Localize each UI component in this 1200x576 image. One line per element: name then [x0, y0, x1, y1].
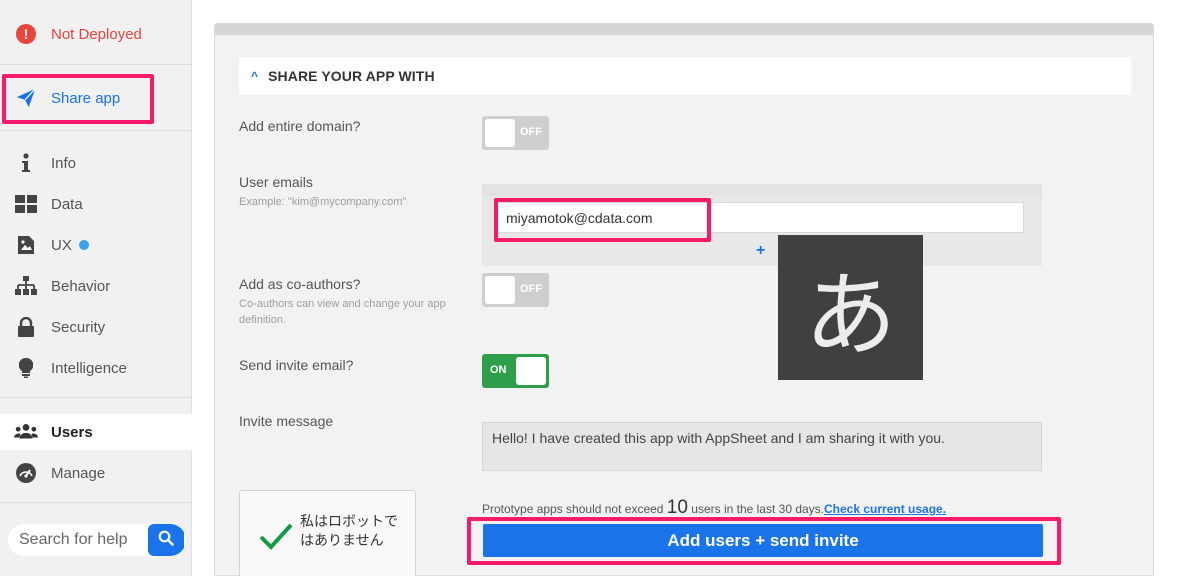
- invite-toggle[interactable]: ON: [482, 354, 549, 388]
- chevron-up-icon: ^: [251, 69, 259, 83]
- ux-image-icon: [14, 233, 38, 257]
- sidebar-item-manage[interactable]: Manage: [0, 458, 192, 488]
- data-grid-icon: [14, 192, 38, 216]
- invite-message-field[interactable]: Hello! I have created this app with AppS…: [482, 422, 1042, 471]
- sidebar-divider: [0, 502, 192, 503]
- highlight-share-app: [2, 74, 154, 124]
- sidebar-item-data[interactable]: Data: [0, 189, 192, 219]
- sidebar-item-ux[interactable]: UX: [0, 230, 192, 260]
- toggle-knob: [485, 276, 515, 304]
- message-label: Invite message: [239, 413, 334, 429]
- checkmark-icon: [258, 521, 294, 551]
- emails-hint: Example: "kim@mycompany.com": [239, 196, 407, 208]
- help-search: [8, 524, 186, 556]
- captcha-label: 私はロボットではありません: [300, 514, 398, 549]
- sidebar-item-label: Info: [51, 154, 77, 172]
- lightbulb-icon: [14, 356, 38, 380]
- domain-toggle[interactable]: OFF: [482, 116, 549, 150]
- gauge-icon: [14, 461, 38, 485]
- help-search-button[interactable]: [148, 524, 184, 556]
- toggle-state: OFF: [520, 126, 542, 138]
- toggle-state: ON: [490, 364, 507, 376]
- sidebar-item-label: UX: [51, 236, 72, 254]
- sidebar-item-behavior[interactable]: Behavior: [0, 271, 192, 301]
- sidebar-item-label: Users: [51, 423, 93, 441]
- ime-mode-indicator: あ: [778, 235, 923, 380]
- proto-text-after: users in the last 30 days.: [687, 502, 825, 516]
- lock-icon: [14, 315, 38, 339]
- captcha-box[interactable]: 私はロボットではありません: [239, 490, 416, 576]
- sidebar-item-label: Manage: [51, 464, 106, 482]
- users-group-icon: [14, 420, 38, 444]
- check-usage-link[interactable]: Check current usage.: [824, 502, 946, 516]
- ux-notification-dot: [78, 240, 89, 250]
- highlight-add-users: [467, 517, 1061, 565]
- deploy-status[interactable]: ! Not Deployed: [0, 18, 192, 50]
- domain-label: Add entire domain?: [239, 118, 361, 134]
- sidebar-divider: [0, 397, 192, 398]
- sidebar-divider: [0, 130, 192, 131]
- coauthors-hint: Co-authors can view and change your app …: [239, 298, 446, 326]
- coauthors-label: Add as co-authors?: [239, 276, 361, 292]
- sidebar-item-label: Data: [51, 195, 83, 213]
- sidebar-item-users[interactable]: Users: [0, 414, 192, 450]
- emails-label: User emails: [239, 174, 313, 190]
- sidebar-item-security[interactable]: Security: [0, 312, 192, 342]
- emails-list-header: [482, 184, 1042, 196]
- proto-limit: 10: [666, 497, 688, 518]
- prototype-limit-note: Prototype apps should not exceed 10 user…: [482, 497, 946, 519]
- coauthors-toggle[interactable]: OFF: [482, 273, 549, 307]
- toggle-knob: [516, 357, 546, 385]
- invite-label: Send invite email?: [239, 357, 354, 373]
- sidebar-item-label: Behavior: [51, 277, 111, 295]
- share-section-title: SHARE YOUR APP WITH: [268, 68, 435, 84]
- sidebar: ! Not Deployed Share app Info Data UX Be…: [0, 0, 192, 576]
- share-section-header[interactable]: ^ SHARE YOUR APP WITH: [239, 57, 1131, 95]
- help-search-input[interactable]: [8, 524, 148, 556]
- highlight-email: [494, 198, 711, 242]
- add-email-button[interactable]: +: [756, 242, 768, 260]
- proto-text-before: Prototype apps should not exceed: [482, 502, 667, 516]
- toggle-knob: [485, 119, 515, 147]
- toggle-state: OFF: [520, 283, 542, 295]
- sidebar-divider: [0, 64, 192, 65]
- sidebar-item-info[interactable]: Info: [0, 148, 192, 178]
- sidebar-item-label: Intelligence: [51, 359, 127, 377]
- sidebar-item-label: Security: [51, 318, 106, 336]
- info-icon: [14, 151, 38, 175]
- alert-icon: !: [14, 22, 38, 46]
- share-panel: ^ SHARE YOUR APP WITH Add entire domain?…: [214, 23, 1154, 576]
- sidebar-item-intelligence[interactable]: Intelligence: [0, 353, 192, 383]
- search-icon: [158, 530, 174, 551]
- behavior-tree-icon: [14, 274, 38, 298]
- deploy-status-label: Not Deployed: [51, 25, 142, 43]
